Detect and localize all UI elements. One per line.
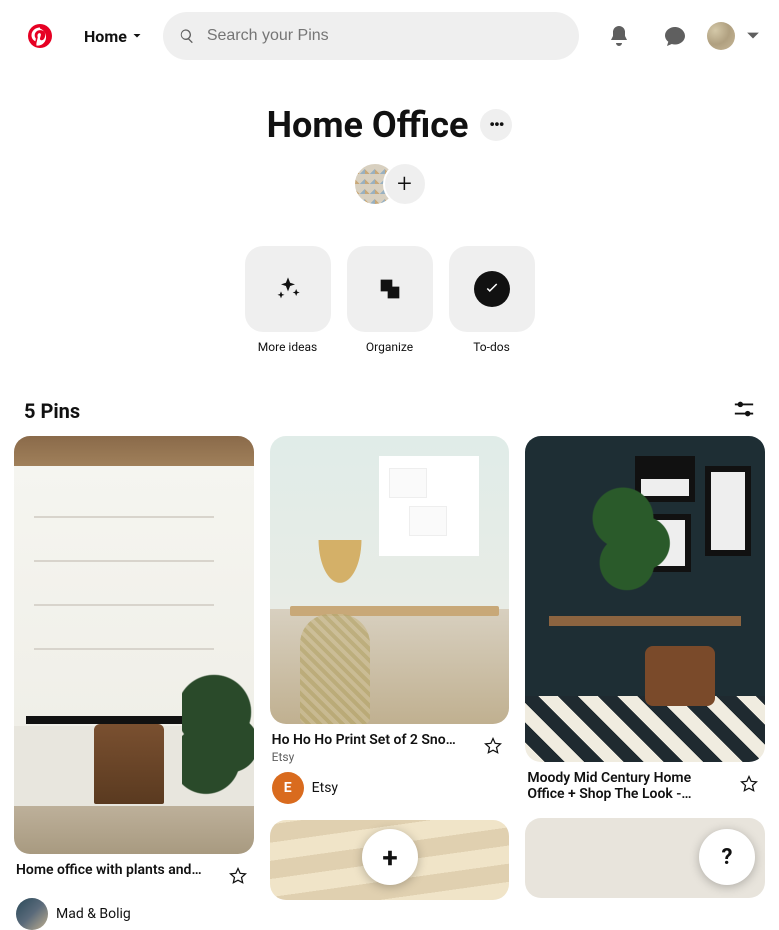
question-icon: ? [722, 845, 733, 870]
search-icon [179, 28, 195, 44]
star-icon [483, 736, 503, 756]
pin-title: Home office with plants and… [16, 862, 216, 878]
pin-subtitle: Etsy [272, 750, 472, 764]
favorite-button[interactable] [735, 770, 763, 798]
favorite-button[interactable] [224, 862, 252, 890]
check-circle-icon [474, 271, 510, 307]
pins-header: 5 Pins [0, 354, 779, 436]
collaborators-row: + [353, 162, 427, 206]
attribution-avatar [16, 898, 48, 930]
action-organize[interactable]: Organize [347, 246, 433, 354]
filter-button[interactable] [733, 398, 755, 424]
favorite-button[interactable] [479, 732, 507, 760]
attribution-avatar: E [272, 772, 304, 804]
plus-icon: + [382, 841, 397, 874]
board-options-button[interactable]: ••• [480, 109, 512, 141]
pin-title: Ho Ho Ho Print Set of 2 Sno… [272, 732, 472, 748]
search-bar[interactable] [163, 12, 579, 60]
pin-attribution[interactable]: E Etsy [270, 764, 510, 804]
action-more-ideas-label: More ideas [245, 340, 331, 354]
pins-count: 5 Pins [24, 399, 80, 423]
pin-attribution[interactable]: Mad & Bolig [14, 890, 254, 930]
sparkle-icon [274, 275, 302, 303]
add-pin-fab[interactable]: + [362, 829, 418, 885]
chevron-down-icon [131, 30, 143, 42]
nav-home-label: Home [84, 27, 127, 46]
star-icon [739, 774, 759, 794]
action-todos-label: To-dos [449, 340, 535, 354]
topbar: Home [0, 0, 779, 72]
profile-avatar[interactable] [707, 22, 735, 50]
pin-card[interactable]: Ho Ho Ho Print Set of 2 Sno… Etsy E Etsy [270, 436, 510, 804]
search-input[interactable] [207, 27, 563, 45]
nav-home[interactable]: Home [72, 12, 155, 60]
star-icon [228, 866, 248, 886]
action-todos[interactable]: To-dos [449, 246, 535, 354]
filter-icon [733, 398, 755, 420]
pin-image[interactable] [270, 436, 510, 724]
add-collaborator-button[interactable]: + [383, 162, 427, 206]
attribution-name: Mad & Bolig [56, 906, 131, 922]
action-more-ideas[interactable]: More ideas [245, 246, 331, 354]
pinterest-logo[interactable] [16, 12, 64, 60]
action-organize-label: Organize [347, 340, 433, 354]
organize-icon [376, 275, 404, 303]
attribution-name: Etsy [312, 780, 338, 796]
more-icon: ••• [489, 117, 503, 133]
board-title: Home Office [267, 104, 469, 146]
pin-card[interactable]: Moody Mid Century Home Office + Shop The… [525, 436, 765, 802]
pin-image[interactable] [525, 436, 765, 762]
pin-card[interactable]: Home office with plants and… Mad & Bolig [14, 436, 254, 930]
topbar-right [595, 12, 763, 60]
chat-icon [663, 24, 687, 48]
help-fab[interactable]: ? [699, 829, 755, 885]
board-header: Home Office ••• + More ideas Organize [0, 72, 779, 354]
board-actions: More ideas Organize To-dos [0, 246, 779, 354]
bell-icon [607, 24, 631, 48]
pin-image[interactable] [14, 436, 254, 854]
messages-button[interactable] [651, 12, 699, 60]
notifications-button[interactable] [595, 12, 643, 60]
account-menu-chevron[interactable] [743, 26, 763, 46]
pin-title: Moody Mid Century Home Office + Shop The… [527, 770, 727, 802]
